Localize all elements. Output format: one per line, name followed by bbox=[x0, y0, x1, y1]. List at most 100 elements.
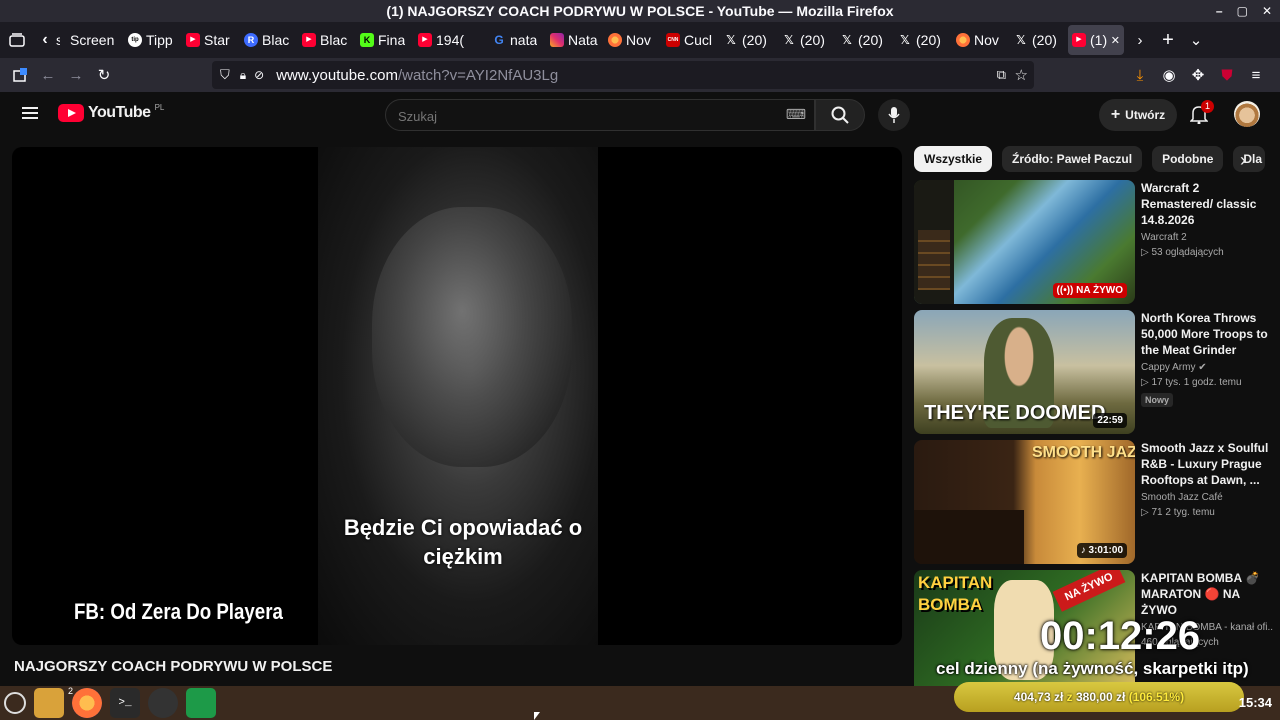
downloads-icon[interactable]: ⤓ bbox=[1126, 61, 1154, 89]
tab-1[interactable]: Screen bbox=[66, 25, 122, 55]
permissions-icon[interactable]: ⊘ bbox=[254, 68, 264, 82]
microphone-icon bbox=[888, 107, 900, 123]
tab-4[interactable]: R Blac bbox=[240, 25, 296, 55]
ublock-icon[interactable]: ⛊ bbox=[1213, 61, 1241, 89]
tab-15[interactable]: 𝕏 (20) bbox=[894, 25, 950, 55]
avatar[interactable] bbox=[1234, 101, 1260, 127]
search-box[interactable]: ⌨ bbox=[385, 99, 815, 131]
back-icon[interactable]: ← bbox=[34, 61, 62, 89]
search-button[interactable] bbox=[815, 99, 865, 131]
stream-timer: 00:12:26 bbox=[1040, 614, 1201, 658]
caption-line-2: ciężkim bbox=[423, 544, 503, 569]
tracking-protection-icon[interactable]: ⛉ bbox=[220, 67, 230, 83]
chip-similar[interactable]: Podobne bbox=[1152, 146, 1224, 172]
tab-18[interactable]: ▶ (1) ✕ bbox=[1068, 25, 1124, 55]
youtube-logo-text: YouTube bbox=[88, 104, 151, 121]
clock[interactable]: 15:34 bbox=[1239, 695, 1272, 710]
recommendation-1[interactable]: ((•)) NA ŻYWO Warcraft 2 Remastered/ cla… bbox=[914, 180, 1274, 304]
viewers-icon: ▷ bbox=[1141, 247, 1152, 258]
search-input[interactable] bbox=[398, 106, 778, 126]
notifications-button[interactable]: 1 bbox=[1189, 100, 1215, 129]
tab-overview-icon[interactable] bbox=[0, 26, 34, 54]
close-window-button[interactable]: ✕ bbox=[1262, 0, 1272, 22]
bookmark-star-icon[interactable]: ☆ bbox=[1015, 66, 1028, 84]
lock-icon[interactable]: 🔒︎ bbox=[240, 68, 246, 83]
maximize-button[interactable]: ▢ bbox=[1237, 0, 1248, 22]
voice-search-button[interactable] bbox=[878, 99, 910, 131]
tabs-scroll-right-icon[interactable]: › bbox=[1126, 26, 1154, 54]
duration-badge: ♪ 3:01:00 bbox=[1076, 543, 1127, 558]
recommendation-2[interactable]: THEY'RE DOOMED 22:59 North Korea Throws … bbox=[914, 310, 1274, 434]
recommendation-thumbnail[interactable]: SMOOTH JAZZ ♪ 3:01:00 bbox=[914, 440, 1135, 564]
recommendation-meta-text: 53 oglądających bbox=[1151, 247, 1224, 258]
tab-17[interactable]: 𝕏 (20) bbox=[1010, 25, 1066, 55]
app-menu-icon[interactable] bbox=[4, 692, 26, 714]
recommendation-channel[interactable]: Smooth Jazz Café bbox=[1141, 492, 1271, 503]
firefox-icon bbox=[608, 33, 622, 47]
tab-10[interactable]: Nov bbox=[604, 25, 660, 55]
tab-13[interactable]: 𝕏 (20) bbox=[778, 25, 834, 55]
tab-11[interactable]: CNN Cucl bbox=[662, 25, 718, 55]
tab-8[interactable]: Gnata bbox=[488, 25, 544, 55]
live-badge-text: NA ŻYWO bbox=[1076, 285, 1123, 296]
create-button[interactable]: + Utwórz bbox=[1099, 99, 1177, 131]
app-menu-icon[interactable]: ≡ bbox=[1242, 61, 1270, 89]
x-icon: 𝕏 bbox=[726, 33, 736, 47]
tab-6[interactable]: K Fina bbox=[356, 25, 412, 55]
extensions-icon[interactable]: ✥ bbox=[1184, 61, 1212, 89]
keyboard-icon[interactable]: ⌨ bbox=[786, 106, 806, 123]
chips-next-icon[interactable]: › bbox=[1240, 150, 1246, 171]
tab-label: Blac bbox=[320, 32, 348, 48]
recommendation-channel[interactable]: Cappy Army ✔︎ bbox=[1141, 362, 1271, 373]
chip-all[interactable]: Wszystkie bbox=[914, 146, 993, 172]
recommendation-thumbnail[interactable]: THEY'RE DOOMED 22:59 bbox=[914, 310, 1135, 434]
recommendation-title[interactable]: North Korea Throws 50,000 More Troops to… bbox=[1141, 310, 1271, 358]
hamburger-menu-icon[interactable] bbox=[22, 106, 38, 125]
recommendation-channel-text: Cappy Army bbox=[1141, 362, 1196, 373]
recommendation-channel[interactable]: Warcraft 2 bbox=[1141, 232, 1271, 243]
plus-icon: + bbox=[1110, 106, 1121, 123]
url-host: www.youtube.com bbox=[276, 66, 398, 84]
forward-icon[interactable]: → bbox=[62, 61, 90, 89]
screenshot-icon[interactable]: ⧉ bbox=[997, 67, 1006, 83]
close-tab-icon[interactable]: ✕ bbox=[1111, 34, 1120, 47]
tab-3[interactable]: ▶ Star bbox=[182, 25, 238, 55]
tab-14[interactable]: 𝕏 (20) bbox=[836, 25, 892, 55]
chip-source[interactable]: Źródło: Paweł Paczul bbox=[1002, 146, 1143, 172]
video-player[interactable]: Będzie Ci opowiadać o ciężkim FB: Od Zer… bbox=[12, 147, 902, 645]
sidebar-icon[interactable] bbox=[6, 61, 34, 89]
window-title: (1) NAJGORSZY COACH PODRYWU W POLSCE - Y… bbox=[386, 3, 894, 19]
tab-16[interactable]: Nov bbox=[952, 25, 1008, 55]
r-icon: R bbox=[244, 33, 258, 47]
mouse-cursor bbox=[534, 712, 540, 720]
tab-12[interactable]: 𝕏 (20) bbox=[720, 25, 776, 55]
tab-5[interactable]: ▶ Blac bbox=[298, 25, 354, 55]
files-icon[interactable] bbox=[34, 688, 64, 718]
youtube-icon: ▶ bbox=[302, 33, 316, 47]
recommendation-3[interactable]: SMOOTH JAZZ ♪ 3:01:00 Smooth Jazz x Soul… bbox=[914, 440, 1274, 564]
tab-0[interactable]: ‹ sc bbox=[34, 25, 64, 55]
tab-7[interactable]: ▶ 194( bbox=[414, 25, 486, 55]
recommendation-thumbnail[interactable]: ((•)) NA ŻYWO bbox=[914, 180, 1135, 304]
recommendation-title[interactable]: KAPITAN BOMBA 💣 MARATON 🔴 NA ŻYWO bbox=[1141, 570, 1271, 618]
video-caption: Będzie Ci opowiadać o ciężkim bbox=[318, 513, 608, 571]
recommendation-title[interactable]: Smooth Jazz x Soulful R&B - Luxury Pragu… bbox=[1141, 440, 1271, 488]
recommendation-title[interactable]: Warcraft 2 Remastered/ classic 14.8.2026 bbox=[1141, 180, 1271, 228]
url-bar[interactable]: ⛉ 🔒︎ ⊘ www.youtube.com/watch?v=AYI2NfAU3… bbox=[212, 61, 1034, 89]
list-all-tabs-icon[interactable]: ⌄ bbox=[1182, 26, 1210, 54]
tab-2[interactable]: tip Tipp bbox=[124, 25, 180, 55]
spreadsheet-icon[interactable] bbox=[186, 688, 216, 718]
obs-icon[interactable] bbox=[148, 688, 178, 718]
minimize-button[interactable]: – bbox=[1216, 0, 1223, 22]
new-tab-icon[interactable]: + bbox=[1154, 26, 1182, 54]
account-icon[interactable]: ◉ bbox=[1155, 61, 1183, 89]
reload-icon[interactable]: ↻ bbox=[90, 61, 118, 89]
terminal-icon[interactable]: >_ bbox=[110, 688, 140, 718]
firefox-icon[interactable]: 2 bbox=[68, 686, 102, 718]
instagram-icon bbox=[550, 33, 564, 47]
tab-9[interactable]: Nata bbox=[546, 25, 602, 55]
youtube-logo[interactable]: YouTube PL bbox=[58, 103, 164, 122]
tab-label: Star bbox=[204, 32, 230, 48]
chip-for-you[interactable]: Dla C bbox=[1233, 146, 1266, 172]
tab-label: (20) bbox=[916, 32, 941, 48]
